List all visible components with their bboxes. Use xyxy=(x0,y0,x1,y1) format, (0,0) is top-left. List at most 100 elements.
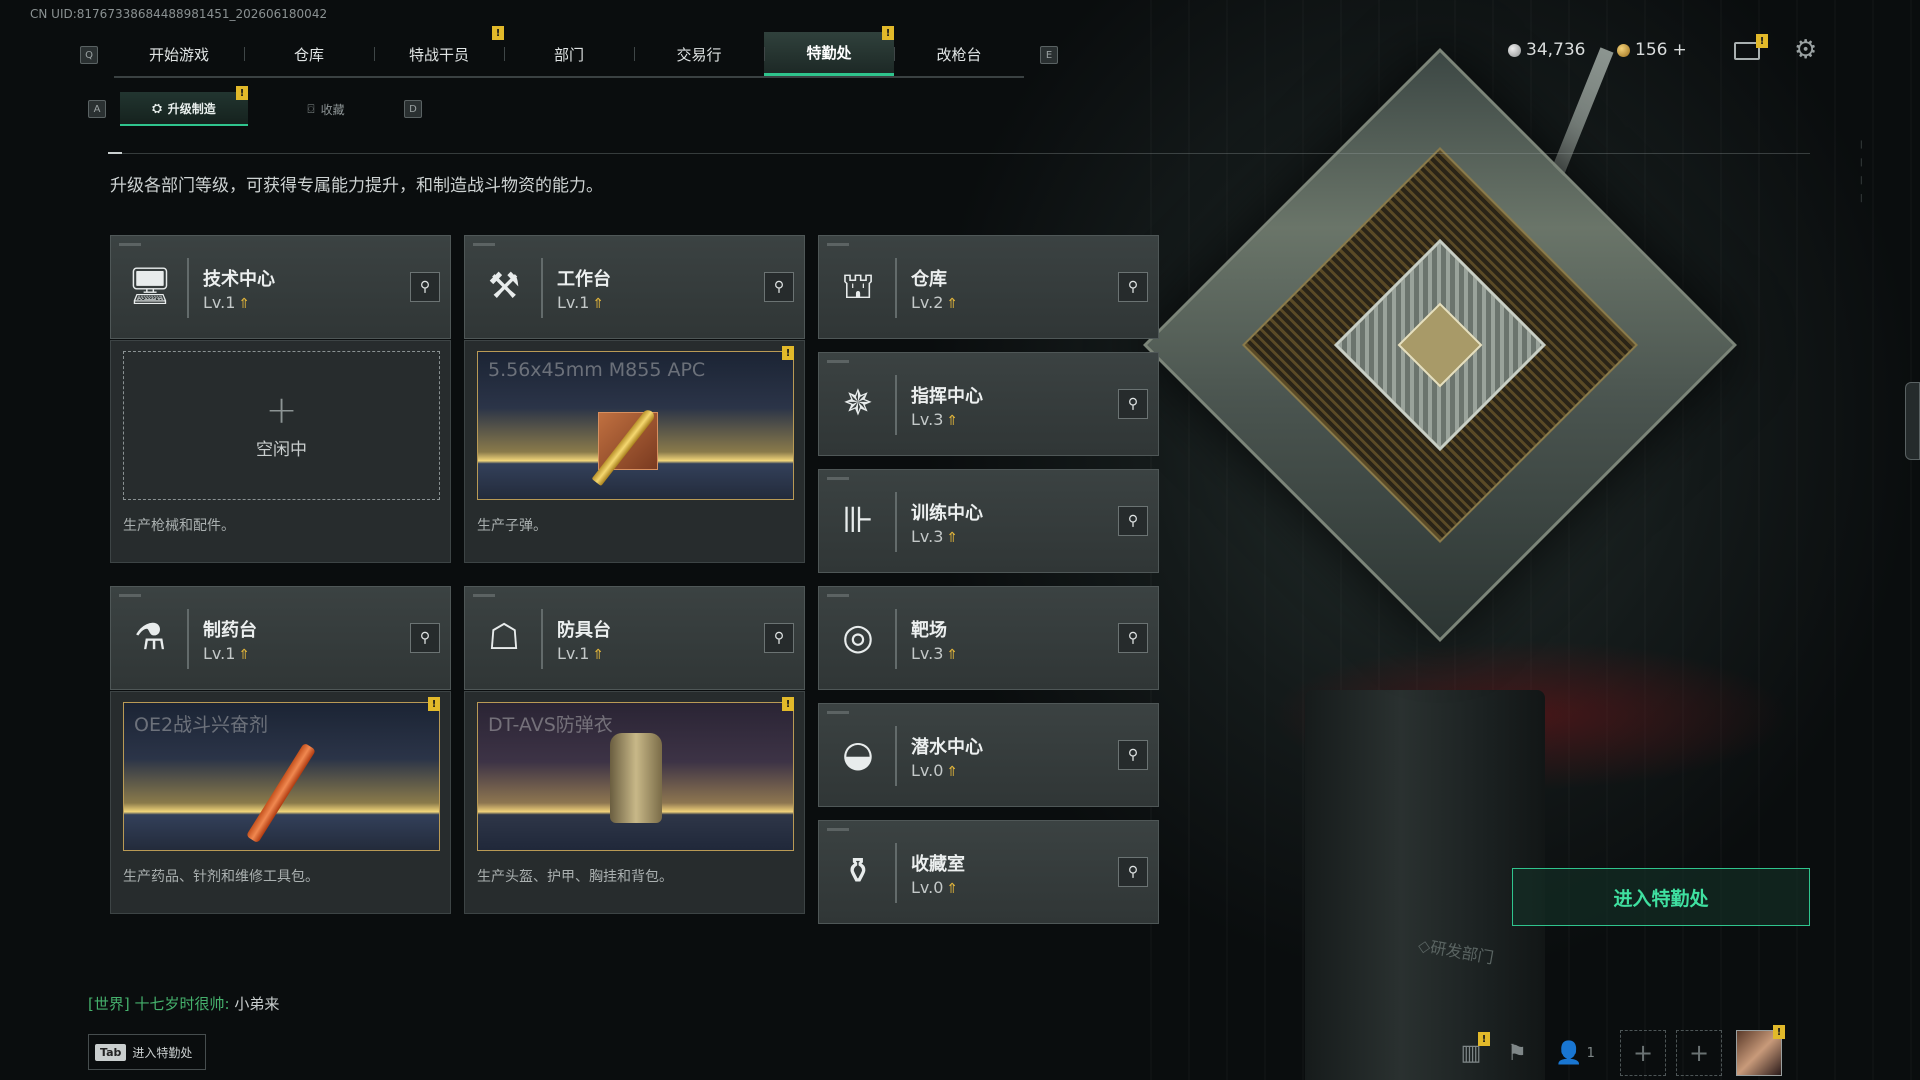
dept-card-collection-room[interactable]: ⚱ 收藏室 Lv.0 ⇑ ⚲ xyxy=(818,820,1159,924)
production-panel-pharmacy: OE2战斗兴奋剂 ! 生产药品、针剂和维修工具包。 xyxy=(110,691,451,914)
dept-card-armor-bench[interactable]: ☖ 防具台 Lv.1 ⇑ ⚲ xyxy=(464,586,805,690)
dept-name: 训练中心 xyxy=(911,503,983,524)
divider-accent xyxy=(108,152,122,154)
flag-icon[interactable]: ⚑ xyxy=(1494,1030,1540,1076)
search-icon[interactable]: ⚲ xyxy=(1118,506,1148,536)
tab-key-hint[interactable]: Tab 进入特勤处 xyxy=(88,1034,206,1070)
alert-badge: ! xyxy=(782,346,794,360)
mail-icon[interactable]: ! xyxy=(1734,34,1768,60)
dept-card-pharmacy[interactable]: ⚗ 制药台 Lv.1 ⇑ ⚲ xyxy=(110,586,451,690)
alert-badge: ! xyxy=(882,26,894,40)
dept-name: 防具台 xyxy=(557,620,611,641)
dept-card-warehouse[interactable]: ⛫ 仓库 Lv.2 ⇑ ⚲ xyxy=(818,235,1159,339)
tab-start-game[interactable]: 开始游戏 xyxy=(114,32,244,76)
chat-channel: [世界] xyxy=(88,995,130,1013)
dept-level: Lv.1 ⇑ xyxy=(557,644,605,663)
dept-name: 仓库 xyxy=(911,269,947,290)
search-icon[interactable]: ⚲ xyxy=(1118,389,1148,419)
key-hint-q: Q xyxy=(80,46,98,64)
dept-level: Lv.1 ⇑ xyxy=(557,293,605,312)
item-name: DT-AVS防弹衣 xyxy=(488,714,613,736)
add-teammate-slot[interactable]: + xyxy=(1676,1030,1722,1076)
upgrade-arrow-icon: ⇑ xyxy=(946,764,959,780)
dept-level: Lv.0 ⇑ xyxy=(911,761,959,780)
chat-text: 小弟来 xyxy=(234,995,280,1013)
production-description: 生产药品、针剂和维修工具包。 xyxy=(123,869,319,885)
tab-warehouse[interactable]: 仓库 xyxy=(244,32,374,76)
top-navigation: Q 开始游戏 仓库 特战干员! 部门 交易行 特勤处! 改枪台 E xyxy=(80,26,1058,78)
side-drawer-handle[interactable] xyxy=(1905,382,1920,460)
tab-trading[interactable]: 交易行 xyxy=(634,32,764,76)
production-description: 生产枪械和配件。 xyxy=(123,518,235,534)
command-icon: ✵ xyxy=(842,383,874,424)
sub-tabs: A ⛭ 升级制造 ! ⌼ 收藏 D xyxy=(88,86,422,126)
side-ticks: — — — — xyxy=(1856,140,1866,206)
cube-pillar xyxy=(1305,690,1545,1080)
dept-level: Lv.3 ⇑ xyxy=(911,644,959,663)
microscope-icon: ⚗ xyxy=(133,617,167,658)
production-slot-empty[interactable]: + 空闲中 xyxy=(123,351,440,500)
production-panel-armor: DT-AVS防弹衣 ! 生产头盔、护甲、胸挂和背包。 xyxy=(464,691,805,914)
production-panel-workbench: 5.56x45mm M855 APC ! 生产子弹。 xyxy=(464,340,805,563)
upgrade-icon: ⛭ xyxy=(152,100,162,115)
dept-level: Lv.1 ⇑ xyxy=(203,644,251,663)
stimulant-syringe-image xyxy=(245,742,317,844)
upgrade-arrow-icon: ⇑ xyxy=(946,647,959,663)
alert-badge: ! xyxy=(782,697,794,711)
add-currency-button[interactable]: + xyxy=(1672,40,1686,60)
gear-icon[interactable]: ⚙ xyxy=(1794,37,1817,63)
dept-name: 潜水中心 xyxy=(911,737,983,758)
dept-name: 指挥中心 xyxy=(911,386,983,407)
dept-card-diving-center[interactable]: ◒ 潜水中心 Lv.0 ⇑ ⚲ xyxy=(818,703,1159,807)
tab-gunsmith[interactable]: 改枪台 xyxy=(894,32,1024,76)
production-slot[interactable]: OE2战斗兴奋剂 ! xyxy=(123,697,440,851)
add-teammate-slot[interactable]: + xyxy=(1620,1030,1666,1076)
dept-name: 技术中心 xyxy=(203,269,275,290)
search-icon[interactable]: ⚲ xyxy=(1118,740,1148,770)
upgrade-arrow-icon: ⇑ xyxy=(238,296,251,312)
upgrade-arrow-icon: ⇑ xyxy=(238,647,251,663)
stats-icon[interactable]: ▥! xyxy=(1448,1030,1494,1076)
search-icon[interactable]: ⚲ xyxy=(764,623,794,653)
tab-operators[interactable]: 特战干员! xyxy=(374,26,504,76)
warehouse-icon: ⛫ xyxy=(841,266,875,307)
dept-name: 制药台 xyxy=(203,620,257,641)
tools-icon: ⚒ xyxy=(487,266,521,307)
production-slot[interactable]: DT-AVS防弹衣 ! xyxy=(477,697,794,851)
dumbbell-icon: ⊪ xyxy=(842,500,874,541)
dept-level: Lv.2 ⇑ xyxy=(911,293,959,312)
gold-currency: 156 + xyxy=(1617,40,1687,60)
item-name: OE2战斗兴奋剂 xyxy=(134,714,269,736)
tab-special-ops[interactable]: 特勤处! xyxy=(764,26,894,76)
upgrade-arrow-icon: ⇑ xyxy=(946,881,959,897)
dept-card-training-center[interactable]: ⊪ 训练中心 Lv.3 ⇑ ⚲ xyxy=(818,469,1159,573)
dept-card-workbench[interactable]: ⚒ 工作台 Lv.1 ⇑ ⚲ xyxy=(464,235,805,339)
search-icon[interactable]: ⚲ xyxy=(1118,857,1148,887)
subtab-collection[interactable]: ⌼ 收藏 xyxy=(262,92,390,126)
upgrade-arrow-icon: ⇑ xyxy=(592,296,605,312)
collection-room-icon: ⚱ xyxy=(842,851,874,892)
key-hint-d: D xyxy=(404,100,422,118)
search-icon[interactable]: ⚲ xyxy=(410,623,440,653)
dept-card-command-center[interactable]: ✵ 指挥中心 Lv.3 ⇑ ⚲ xyxy=(818,352,1159,456)
armor-vest-image xyxy=(610,733,662,823)
subtab-upgrade-craft[interactable]: ⛭ 升级制造 ! xyxy=(120,86,248,126)
friends-count: 1 xyxy=(1586,1045,1595,1061)
search-icon[interactable]: ⚲ xyxy=(410,272,440,302)
tab-hint-label: 进入特勤处 xyxy=(132,1045,193,1060)
search-icon[interactable]: ⚲ xyxy=(764,272,794,302)
friends-icon[interactable]: 👤 1 xyxy=(1540,1030,1610,1076)
upgrade-arrow-icon: ⇑ xyxy=(946,530,959,546)
target-icon: ◎ xyxy=(842,617,874,658)
avatar[interactable]: ! xyxy=(1736,1025,1785,1076)
search-icon[interactable]: ⚲ xyxy=(1118,272,1148,302)
armor-icon: ☖ xyxy=(487,617,521,658)
enter-special-ops-button[interactable]: 进入特勤处 xyxy=(1512,868,1810,926)
dept-card-shooting-range[interactable]: ◎ 靶场 Lv.3 ⇑ ⚲ xyxy=(818,586,1159,690)
production-slot[interactable]: 5.56x45mm M855 APC ! xyxy=(477,346,794,500)
search-icon[interactable]: ⚲ xyxy=(1118,623,1148,653)
world-chat-message[interactable]: [世界] 十七岁时很帅: 小弟来 xyxy=(88,993,279,1014)
production-description: 生产子弹。 xyxy=(477,518,547,534)
tab-department[interactable]: 部门 xyxy=(504,32,634,76)
dept-card-tech-center[interactable]: 🖥 技术中心 Lv.1 ⇑ ⚲ xyxy=(110,235,451,339)
